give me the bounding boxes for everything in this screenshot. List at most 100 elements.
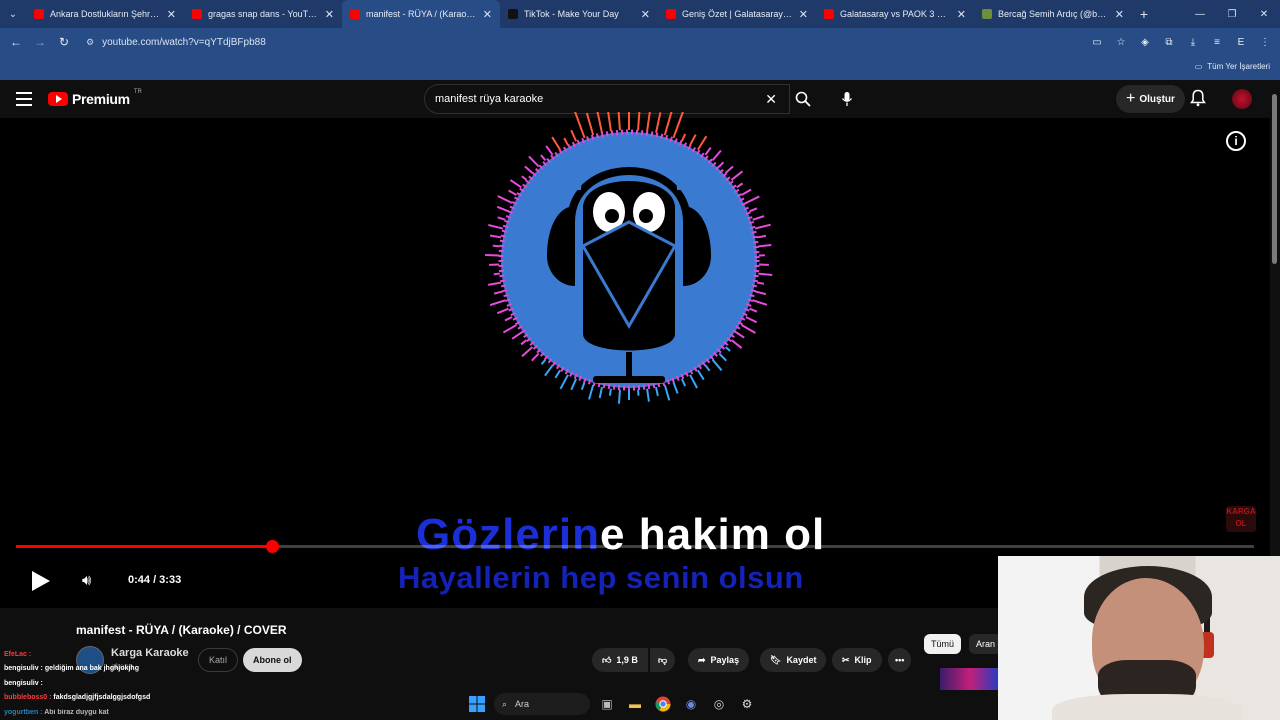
shield-icon[interactable]: ◈ [1136, 37, 1154, 48]
close-window-icon[interactable]: ✕ [1248, 0, 1280, 28]
tab-close-icon[interactable]: ✕ [957, 8, 966, 21]
bookmark-star-icon[interactable]: ☆ [1112, 37, 1130, 48]
task-view-icon[interactable]: ▣ [596, 693, 618, 715]
logo-text: Premium [72, 91, 130, 107]
app-icon[interactable]: ⚙ [736, 693, 758, 715]
file-explorer-icon[interactable]: ▬ [624, 693, 646, 715]
progress-scrubber[interactable] [265, 540, 279, 553]
bell-icon [1190, 89, 1206, 107]
chrome-icon[interactable] [652, 693, 674, 715]
save-button[interactable]: 🔖︎ Kaydet [760, 648, 827, 672]
create-label: Oluştur [1139, 93, 1175, 105]
dislike-button[interactable]: 👎︎ [650, 648, 676, 672]
minimize-icon[interactable]: — [1184, 0, 1216, 28]
notifications-button[interactable] [1190, 89, 1206, 112]
search-button[interactable] [789, 84, 817, 114]
lyric-line-current: Gözlerine hakim ol [416, 510, 825, 560]
tab-title: TikTok - Make Your Day [524, 9, 619, 19]
kebab-menu-icon[interactable]: ⋮ [1256, 37, 1274, 48]
share-label: Paylaş [710, 655, 740, 665]
chat-username: EfeLac : [4, 651, 32, 658]
download-icon[interactable]: ⤓ [1184, 37, 1202, 48]
new-tab-button[interactable]: + [1132, 6, 1156, 22]
clear-search-icon[interactable]: ✕ [765, 91, 777, 108]
voice-search-button[interactable] [834, 86, 860, 112]
browser-tab[interactable]: Bercağ Semih Ardıç (@bercag_ ✕ [974, 0, 1132, 28]
lyric-sung-part: Gözlerin [416, 510, 601, 559]
scrollbar-thumb[interactable] [1272, 94, 1277, 264]
taskbar-apps: ⌕ Ara ▣ ▬ ◉ ◎ ⚙ [466, 693, 758, 715]
search-icon [795, 91, 811, 107]
tab-favicon-icon [824, 9, 834, 19]
like-button[interactable]: 👍︎ 1,9 B [592, 648, 648, 672]
tab-close-icon[interactable]: ✕ [799, 8, 808, 21]
lyric-upcoming-part: e hakim ol [600, 510, 826, 559]
tab-close-icon[interactable]: ✕ [325, 8, 334, 21]
more-actions-button[interactable]: ••• [888, 648, 912, 672]
extensions-icon[interactable]: ⧉ [1160, 37, 1178, 48]
tab-close-icon[interactable]: ✕ [1115, 8, 1124, 21]
folder-icon: ▭ [1194, 62, 1203, 71]
url-field[interactable]: ⚙ youtube.com/watch?v=qYTdjBFpb88 [80, 31, 1110, 53]
tab-favicon-icon [666, 9, 676, 19]
tab-favicon-icon [350, 9, 360, 19]
forward-arrow-icon[interactable]: → [28, 35, 52, 49]
windows-start-icon[interactable] [466, 693, 488, 715]
media-control-icon[interactable]: ≡ [1208, 37, 1226, 48]
volume-icon[interactable]: 🔊︎ [82, 572, 91, 589]
tab-strip: Ankara Dostlukların Şehridir | F✕gragas … [26, 0, 1132, 28]
profile-icon[interactable]: E [1232, 37, 1250, 48]
chat-line: bengisuliv : [4, 680, 43, 687]
tab-title: Ankara Dostlukların Şehridir | F [50, 9, 161, 19]
tab-close-icon[interactable]: ✕ [641, 8, 650, 21]
progress-played [16, 545, 272, 548]
scissors-icon: ✂ [842, 654, 850, 665]
browser-tab[interactable]: manifest - RÜYA / (Karaoke) / C ✕ [342, 0, 500, 28]
browser-tab[interactable]: Ankara Dostlukların Şehridir | F ✕ [26, 0, 184, 28]
chat-line: bengisuliv : geldiğim ana bak jhghjokjhg [4, 665, 139, 672]
youtube-premium-logo[interactable]: Premium TR [48, 89, 142, 107]
tab-title: Galatasaray vs PAOK 3 1 Highlig [840, 9, 951, 19]
windows-taskbar: ⌕ Ara ▣ ▬ ◉ ◎ ⚙ [0, 688, 1280, 720]
video-info-icon[interactable]: i [1226, 131, 1246, 151]
steam-icon[interactable]: ◎ [708, 693, 730, 715]
lyric-line-next: Hayallerin hep senin olsun [398, 560, 804, 595]
clip-button[interactable]: ✂ Klip [832, 648, 882, 672]
browser-tab[interactable]: TikTok - Make Your Day ✕ [500, 0, 658, 28]
account-avatar[interactable] [1232, 89, 1252, 109]
tab-close-icon[interactable]: ✕ [483, 8, 492, 21]
share-button[interactable]: ➦ Paylaş [688, 648, 750, 672]
tab-title: Bercağ Semih Ardıç (@bercag_ [998, 9, 1109, 19]
discord-icon[interactable]: ◉ [680, 693, 702, 715]
progress-bar[interactable] [16, 540, 1254, 553]
hamburger-menu-icon[interactable] [16, 92, 32, 106]
chat-message: geldiğim ana bak jhghjokjhg [44, 665, 139, 672]
url-text: youtube.com/watch?v=qYTdjBFpb88 [102, 36, 266, 48]
address-bar-row: ← → ↻ ⚙ youtube.com/watch?v=qYTdjBFpb88 … [0, 28, 1280, 56]
reload-icon[interactable]: ↻ [52, 35, 76, 49]
tab-title: gragas snap dans - YouTube [208, 9, 319, 19]
microphone-icon [841, 92, 853, 106]
browser-tab[interactable]: Galatasaray vs PAOK 3 1 Highlig ✕ [816, 0, 974, 28]
thumbs-up-icon: 👍︎ [602, 654, 612, 665]
browser-tab[interactable]: Geniş Özet | Galatasaray 3-2 Ra ✕ [658, 0, 816, 28]
tab-close-icon[interactable]: ✕ [167, 8, 176, 21]
chat-username: bengisuliv : [4, 665, 43, 672]
search-input[interactable]: manifest rüya karaoke ✕ [424, 84, 790, 114]
browser-toolbar-icons: ▭ ☆ ◈ ⧉ ⤓ ≡ E ⋮ [1088, 28, 1274, 56]
tab-search-chevron-icon[interactable]: ⌄ [0, 0, 26, 28]
site-info-icon[interactable]: ⚙ [86, 37, 94, 48]
create-button[interactable]: + Oluştur [1116, 85, 1185, 113]
install-app-icon[interactable]: ▭ [1088, 37, 1106, 48]
related-video-thumbnail[interactable] [940, 668, 1000, 690]
related-chips: Tümü Aran [924, 634, 1003, 654]
all-bookmarks-button[interactable]: ▭ Tüm Yer İşaretleri [1195, 62, 1270, 71]
back-arrow-icon[interactable]: ← [4, 35, 28, 49]
chip-all[interactable]: Tümü [924, 634, 962, 654]
browser-tab[interactable]: gragas snap dans - YouTube ✕ [184, 0, 342, 28]
play-button-icon[interactable] [32, 571, 50, 591]
taskbar-search[interactable]: ⌕ Ara [494, 693, 590, 715]
video-player[interactable]: i Gözlerine hakim ol Hayallerin hep seni… [0, 112, 1270, 608]
tab-title: Geniş Özet | Galatasaray 3-2 Ra [682, 9, 793, 19]
restore-icon[interactable]: ❐ [1216, 0, 1248, 28]
